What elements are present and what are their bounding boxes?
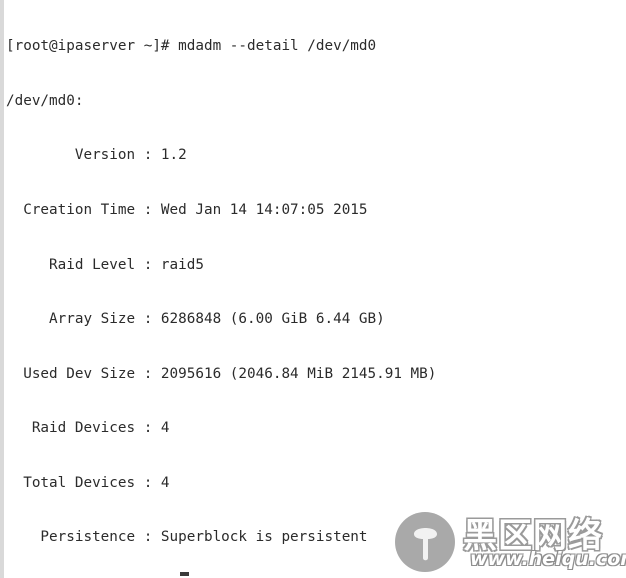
terminal-line-prompt: [root@ipaserver ~]# mdadm --detail /dev/… xyxy=(6,38,377,55)
terminal-window: [root@ipaserver ~]# mdadm --detail /dev/… xyxy=(0,0,626,578)
terminal-line-used-dev-size: Used Dev Size : 2095616 (2046.84 MiB 214… xyxy=(6,365,437,382)
terminal-line-device-header: /dev/md0: xyxy=(6,92,84,109)
terminal-line-creation-time: Creation Time : Wed Jan 14 14:07:05 2015 xyxy=(6,202,368,219)
terminal-left-gutter xyxy=(0,0,4,578)
terminal-line-persistence: Persistence : Superblock is persistent xyxy=(6,529,368,546)
terminal-line-raid-level: Raid Level : raid5 xyxy=(6,256,204,273)
terminal-cursor xyxy=(180,572,189,576)
terminal-console-output: [root@ipaserver ~]# mdadm --detail /dev/… xyxy=(6,1,626,578)
terminal-line-total-devices: Total Devices : 4 xyxy=(6,474,170,491)
terminal-line-version: Version : 1.2 xyxy=(6,147,187,164)
terminal-line-raid-devices: Raid Devices : 4 xyxy=(6,420,170,437)
terminal-line-array-size: Array Size : 6286848 (6.00 GiB 6.44 GB) xyxy=(6,311,385,328)
